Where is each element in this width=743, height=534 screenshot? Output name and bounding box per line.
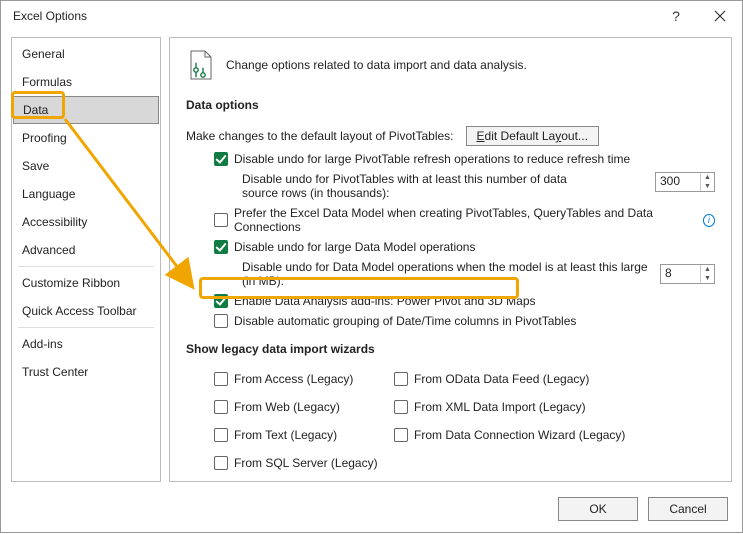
ok-button[interactable]: OK bbox=[558, 497, 638, 521]
page-icon bbox=[188, 50, 214, 80]
close-icon bbox=[714, 10, 726, 22]
label-disable-auto-group: Disable automatic grouping of Date/Time … bbox=[234, 314, 576, 328]
sidebar-item-qat[interactable]: Quick Access Toolbar bbox=[12, 297, 160, 325]
label-disable-undo-dm: Disable undo for large Data Model operat… bbox=[234, 240, 475, 254]
options-dialog: Excel Options ? General Formulas Data Pr… bbox=[0, 0, 743, 533]
row-legacy-odata[interactable]: From OData Data Feed (Legacy) bbox=[394, 372, 715, 386]
spin-down-icon[interactable]: ▼ bbox=[701, 274, 714, 283]
sidebar-item-save[interactable]: Save bbox=[12, 152, 160, 180]
row-legacy-text[interactable]: From Text (Legacy) bbox=[214, 428, 384, 442]
sidebar-item-addins[interactable]: Add-ins bbox=[12, 330, 160, 358]
checkbox-legacy[interactable] bbox=[394, 400, 408, 414]
checkbox-legacy[interactable] bbox=[214, 456, 228, 470]
checkbox-legacy[interactable] bbox=[394, 428, 408, 442]
spin-dm-mb-value[interactable]: 8 bbox=[661, 265, 700, 283]
spin-up-icon[interactable]: ▲ bbox=[701, 265, 714, 274]
row-legacy-sql[interactable]: From SQL Server (Legacy) bbox=[214, 456, 384, 470]
close-button[interactable] bbox=[698, 1, 742, 31]
checkbox-legacy[interactable] bbox=[214, 400, 228, 414]
label-pivot-threshold: Disable undo for PivotTables with at lea… bbox=[242, 172, 572, 200]
row-disable-undo-dm[interactable]: Disable undo for large Data Model operat… bbox=[214, 240, 715, 254]
titlebar: Excel Options ? bbox=[1, 1, 742, 31]
row-legacy-xml[interactable]: From XML Data Import (Legacy) bbox=[394, 400, 715, 414]
legacy-grid: From Access (Legacy) From OData Data Fee… bbox=[214, 370, 715, 476]
dialog-footer: OK Cancel bbox=[1, 486, 742, 532]
intro-row: Change options related to data import an… bbox=[186, 48, 715, 94]
cancel-button[interactable]: Cancel bbox=[648, 497, 728, 521]
label-disable-undo-pivot: Disable undo for large PivotTable refres… bbox=[234, 152, 630, 166]
info-icon[interactable]: i bbox=[703, 214, 715, 227]
spin-down-icon[interactable]: ▼ bbox=[701, 182, 714, 191]
checkbox-legacy[interactable] bbox=[214, 372, 228, 386]
row-disable-undo-pivot[interactable]: Disable undo for large PivotTable refres… bbox=[214, 152, 715, 166]
sidebar-item-accessibility[interactable]: Accessibility bbox=[12, 208, 160, 236]
intro-text: Change options related to data import an… bbox=[226, 58, 527, 72]
row-legacy-dcw[interactable]: From Data Connection Wizard (Legacy) bbox=[394, 428, 715, 442]
section-legacy-wizards: Show legacy data import wizards bbox=[186, 342, 715, 356]
checkbox-disable-undo-dm[interactable] bbox=[214, 240, 228, 254]
annotation-highlight-sidebar-data bbox=[11, 91, 65, 119]
content-pane: Change options related to data import an… bbox=[169, 37, 732, 482]
sidebar-item-customize-ribbon[interactable]: Customize Ribbon bbox=[12, 269, 160, 297]
help-button[interactable]: ? bbox=[654, 1, 698, 31]
checkbox-prefer-data-model[interactable] bbox=[214, 213, 228, 227]
sidebar-item-proofing[interactable]: Proofing bbox=[12, 124, 160, 152]
checkbox-disable-undo-pivot[interactable] bbox=[214, 152, 228, 166]
row-legacy-access[interactable]: From Access (Legacy) bbox=[214, 372, 384, 386]
sidebar-item-advanced[interactable]: Advanced bbox=[12, 236, 160, 264]
sidebar-item-general[interactable]: General bbox=[12, 40, 160, 68]
spin-up-icon[interactable]: ▲ bbox=[701, 173, 714, 182]
annotation-highlight-enable-analysis bbox=[199, 277, 519, 299]
sidebar-item-trust-center[interactable]: Trust Center bbox=[12, 358, 160, 386]
checkbox-disable-auto-group[interactable] bbox=[214, 314, 228, 328]
row-disable-auto-group[interactable]: Disable automatic grouping of Date/Time … bbox=[214, 314, 715, 328]
checkbox-legacy[interactable] bbox=[394, 372, 408, 386]
row-pivot-threshold: Disable undo for PivotTables with at lea… bbox=[242, 172, 715, 200]
window-title: Excel Options bbox=[13, 9, 654, 23]
checkbox-legacy[interactable] bbox=[214, 428, 228, 442]
spin-dm-mb[interactable]: 8 ▲▼ bbox=[660, 264, 715, 284]
row-legacy-web[interactable]: From Web (Legacy) bbox=[214, 400, 384, 414]
row-prefer-data-model[interactable]: Prefer the Excel Data Model when creatin… bbox=[214, 206, 715, 234]
pivot-layout-row: Make changes to the default layout of Pi… bbox=[186, 126, 715, 146]
section-data-options: Data options bbox=[186, 98, 715, 112]
edit-default-layout-button[interactable]: Edit Default Layout... bbox=[466, 126, 599, 146]
sidebar-item-language[interactable]: Language bbox=[12, 180, 160, 208]
spin-pivot-rows-value[interactable]: 300 bbox=[656, 173, 700, 191]
pivot-layout-label: Make changes to the default layout of Pi… bbox=[186, 129, 454, 143]
spin-pivot-rows[interactable]: 300 ▲▼ bbox=[655, 172, 715, 192]
label-prefer-data-model: Prefer the Excel Data Model when creatin… bbox=[234, 206, 693, 234]
